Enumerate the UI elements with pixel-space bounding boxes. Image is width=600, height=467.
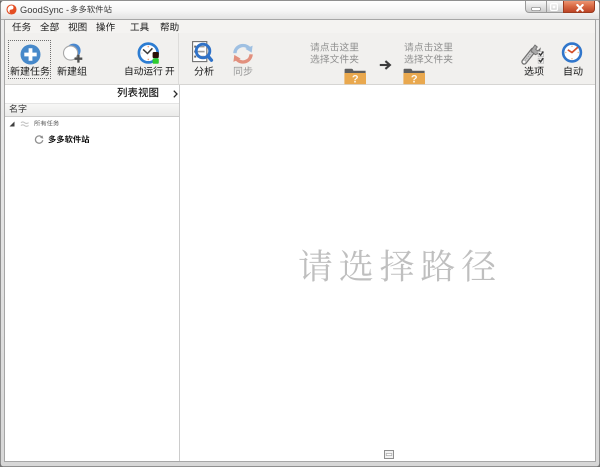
- svg-text:?: ?: [352, 74, 359, 85]
- svg-text:?: ?: [411, 74, 418, 85]
